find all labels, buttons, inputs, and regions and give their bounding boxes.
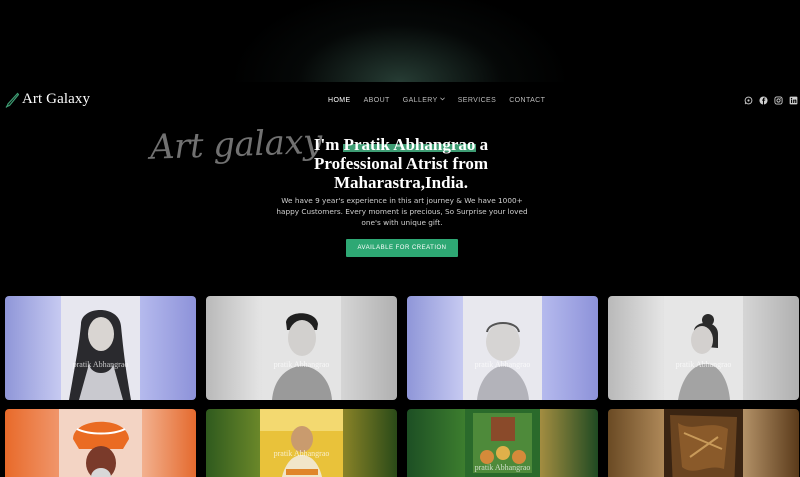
social-links	[744, 96, 800, 105]
watermark: pratik Abhangrao	[675, 360, 732, 369]
instagram-icon	[774, 96, 783, 105]
hero-title-pre: I'm	[313, 135, 344, 154]
watermark: pratik Abhangrao	[474, 360, 531, 369]
instagram-link[interactable]	[774, 96, 783, 105]
nav-contact[interactable]: CONTACT	[509, 97, 545, 104]
nav-gallery-label: GALLERY	[402, 97, 438, 104]
hero-name: Pratik Abhangrao	[343, 135, 476, 154]
gallery-card[interactable]: pratik Abhangrao	[608, 296, 799, 400]
linkedin-icon	[789, 96, 798, 105]
hero-script-logo: Art galaxy	[149, 121, 323, 168]
brand-name: Art Galaxy	[22, 91, 91, 107]
available-for-creation-button[interactable]: AVAILABLE FOR CREATION	[346, 239, 458, 257]
painting-image	[260, 409, 343, 477]
gallery-card[interactable]: pratik Abhangrao	[206, 409, 397, 477]
nav-gallery[interactable]: GALLERY	[403, 97, 445, 104]
portrait-image	[463, 296, 542, 400]
nav-services[interactable]: SERVICES	[458, 97, 496, 104]
portrait-image	[61, 296, 140, 400]
hero-description: We have 9 year's experience in this art …	[276, 196, 528, 227]
watermark: pratik Abhangrao	[474, 463, 531, 472]
watermark: pratik Abhangrao	[273, 449, 330, 458]
main-nav: HOME ABOUT GALLERY SERVICES CONTACT	[328, 97, 558, 104]
hero-title: I'm Pratik Abhangrao a Professional Atri…	[290, 135, 512, 192]
linkedin-link[interactable]	[789, 96, 798, 105]
brand-link[interactable]: Art Galaxy	[5, 91, 90, 108]
hero-name-highlight: Pratik Abhangrao	[342, 135, 477, 154]
watermark: pratik Abhangrao	[72, 360, 129, 369]
portrait-image	[262, 296, 341, 400]
gallery-card[interactable]: pratik Abhangrao	[407, 296, 598, 400]
whatsapp-icon	[744, 96, 753, 105]
gallery-card[interactable]: pratik Abhangrao	[5, 296, 196, 400]
gallery-card[interactable]: pratik Abhangrao	[206, 296, 397, 400]
facebook-link[interactable]	[759, 96, 768, 105]
gallery-card[interactable]	[5, 409, 196, 477]
nav-home[interactable]: HOME	[328, 97, 351, 104]
painting-image	[664, 409, 743, 477]
header-glow	[0, 0, 800, 82]
facebook-icon	[759, 96, 768, 105]
painting-image	[59, 409, 142, 477]
watermark: pratik Abhangrao	[273, 360, 330, 369]
portrait-image	[664, 296, 743, 400]
brush-icon	[5, 92, 19, 108]
gallery-card[interactable]: pratik Abhangrao	[407, 409, 598, 477]
chevron-down-icon	[439, 97, 445, 101]
gallery-card[interactable]	[608, 409, 799, 477]
navbar: Art Galaxy HOME ABOUT GALLERY SERVICES C…	[0, 82, 800, 120]
nav-about[interactable]: ABOUT	[364, 97, 390, 104]
whatsapp-link[interactable]	[744, 96, 753, 105]
